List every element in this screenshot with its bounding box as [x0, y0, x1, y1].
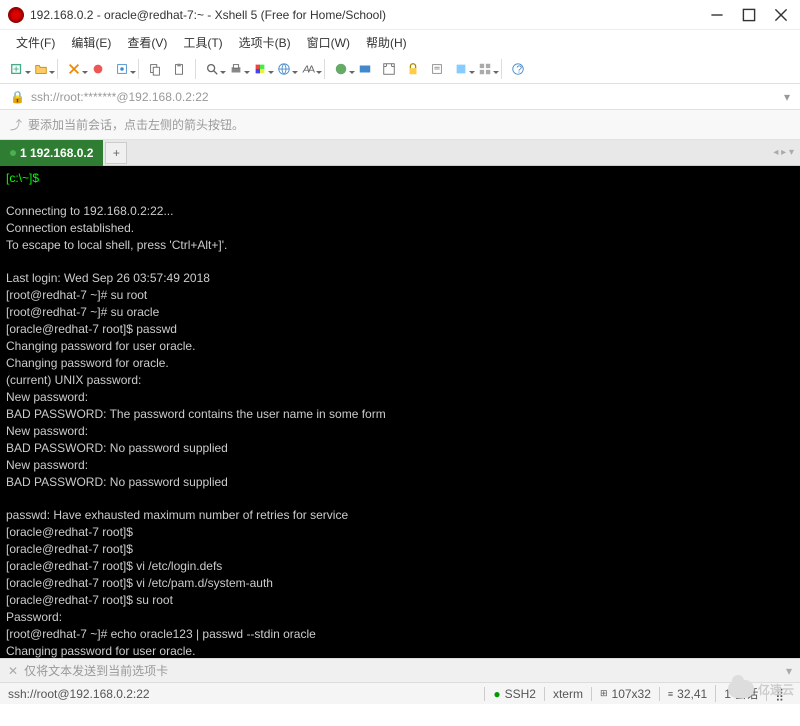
terminal-line: [root@redhat-7 ~]# echo oracle123 | pass…	[6, 627, 316, 641]
terminal-line: BAD PASSWORD: The password contains the …	[6, 407, 386, 421]
color-scheme-button[interactable]	[249, 58, 271, 80]
highlight-button[interactable]	[450, 58, 472, 80]
new-tab-button[interactable]: +	[105, 142, 127, 164]
lock-icon: 🔒	[10, 90, 25, 104]
watermark-text: 亿速云	[758, 681, 794, 698]
script-button[interactable]	[330, 58, 352, 80]
svg-text:?: ?	[516, 63, 522, 75]
terminal-line: Changing password for user oracle.	[6, 644, 195, 658]
terminal-line: Changing password for oracle.	[6, 356, 169, 370]
window-buttons	[710, 8, 792, 22]
lock-button[interactable]	[402, 58, 424, 80]
toolbar-separator	[57, 59, 58, 79]
status-dot-icon	[10, 150, 16, 156]
menu-tabs[interactable]: 选项卡(B)	[233, 32, 297, 53]
font-button[interactable]: AA	[297, 58, 319, 80]
close-icon[interactable]: ✕	[8, 664, 18, 678]
terminal-line: [c:\~]$	[6, 171, 39, 185]
menu-edit[interactable]: 编辑(E)	[65, 32, 117, 53]
chevron-down-icon[interactable]: ▾	[784, 90, 790, 104]
hint-text: 要添加当前会话，点击左侧的箭头按钮。	[28, 116, 244, 133]
close-button[interactable]	[774, 8, 788, 22]
filter-bar: ✕ 仅将文本发送到当前选项卡 ▾	[0, 658, 800, 682]
terminal-line: (current) UNIX password:	[6, 373, 141, 387]
address-bar[interactable]: 🔒 ssh://root:*******@192.168.0.2:22 ▾	[0, 84, 800, 110]
titlebar: 192.168.0.2 - oracle@redhat-7:~ - Xshell…	[0, 0, 800, 30]
tab-bar: 1 192.168.0.2 + ◂ ▸ ▾	[0, 140, 800, 166]
app-icon	[8, 7, 24, 23]
terminal[interactable]: [c:\~]$ Connecting to 192.168.0.2:22... …	[0, 166, 800, 658]
minimize-button[interactable]	[710, 8, 724, 22]
menu-help[interactable]: 帮助(H)	[360, 32, 413, 53]
compose-button[interactable]	[426, 58, 448, 80]
toolbar-separator	[138, 59, 139, 79]
chevron-down-icon[interactable]: ▾	[786, 664, 792, 678]
filter-text: 仅将文本发送到当前选项卡	[24, 662, 168, 679]
terminal-line: Last login: Wed Sep 26 03:57:49 2018	[6, 271, 210, 285]
terminal-line: [oracle@redhat-7 root]$ su root	[6, 593, 173, 607]
disconnect-button[interactable]	[87, 58, 109, 80]
status-term: xterm	[544, 687, 591, 701]
cloud-icon	[728, 680, 754, 698]
xftp-button[interactable]	[354, 58, 376, 80]
terminal-line: BAD PASSWORD: No password supplied	[6, 475, 228, 489]
terminal-line: Connecting to 192.168.0.2:22...	[6, 204, 173, 218]
session-tab[interactable]: 1 192.168.0.2	[0, 140, 103, 166]
menu-tools[interactable]: 工具(T)	[177, 32, 228, 53]
fullscreen-button[interactable]	[378, 58, 400, 80]
maximize-button[interactable]	[742, 8, 756, 22]
address-text: ssh://root:*******@192.168.0.2:22	[31, 90, 209, 104]
terminal-line: [root@redhat-7 ~]# su oracle	[6, 305, 159, 319]
terminal-line: [oracle@redhat-7 root]$ vi /etc/login.de…	[6, 559, 222, 573]
open-button[interactable]	[30, 58, 52, 80]
terminal-line: Changing password for user oracle.	[6, 339, 195, 353]
reconnect-button[interactable]	[63, 58, 85, 80]
terminal-line: New password:	[6, 390, 88, 404]
terminal-line: BAD PASSWORD: No password supplied	[6, 441, 228, 455]
terminal-line: New password:	[6, 424, 88, 438]
find-button[interactable]	[201, 58, 223, 80]
menu-file[interactable]: 文件(F)	[10, 32, 61, 53]
terminal-line: [root@redhat-7 ~]# su root	[6, 288, 147, 302]
menu-view[interactable]: 查看(V)	[121, 32, 173, 53]
terminal-line: Password:	[6, 610, 62, 624]
terminal-line: [oracle@redhat-7 root]$	[6, 542, 133, 556]
status-size: ⊞107x32	[591, 687, 659, 701]
status-pos: ≡32,41	[659, 687, 715, 701]
terminal-line: Connection established.	[6, 221, 134, 235]
properties-button[interactable]	[111, 58, 133, 80]
menu-window[interactable]: 窗口(W)	[301, 32, 356, 53]
arrow-icon[interactable]: ⤴	[10, 116, 22, 133]
toolbar-separator	[501, 59, 502, 79]
terminal-line: [oracle@redhat-7 root]$	[6, 525, 133, 539]
tab-label: 1 192.168.0.2	[20, 146, 93, 160]
encoding-button[interactable]	[273, 58, 295, 80]
watermark: 亿速云	[728, 680, 794, 698]
help-button[interactable]: ?	[507, 58, 529, 80]
toolbar-separator	[324, 59, 325, 79]
hint-bar: ⤴ 要添加当前会话，点击左侧的箭头按钮。	[0, 110, 800, 140]
toolbar: AA ?	[0, 54, 800, 84]
status-proto: ●SSH2	[484, 687, 544, 701]
menubar: 文件(F) 编辑(E) 查看(V) 工具(T) 选项卡(B) 窗口(W) 帮助(…	[0, 30, 800, 54]
terminal-line: [oracle@redhat-7 root]$ vi /etc/pam.d/sy…	[6, 576, 273, 590]
status-bar: ssh://root@192.168.0.2:22 ●SSH2 xterm ⊞1…	[0, 682, 800, 704]
tab-nav[interactable]: ◂ ▸ ▾	[767, 147, 800, 158]
terminal-line: [oracle@redhat-7 root]$ passwd	[6, 322, 177, 336]
terminal-line: New password:	[6, 458, 88, 472]
layout-button[interactable]	[474, 58, 496, 80]
status-connection: ssh://root@192.168.0.2:22	[8, 687, 484, 701]
svg-text:A: A	[308, 63, 315, 75]
toolbar-separator	[195, 59, 196, 79]
new-session-button[interactable]	[6, 58, 28, 80]
terminal-line: To escape to local shell, press 'Ctrl+Al…	[6, 238, 227, 252]
terminal-line: passwd: Have exhausted maximum number of…	[6, 508, 348, 522]
paste-button[interactable]	[168, 58, 190, 80]
window-title: 192.168.0.2 - oracle@redhat-7:~ - Xshell…	[30, 8, 710, 22]
print-button[interactable]	[225, 58, 247, 80]
copy-button[interactable]	[144, 58, 166, 80]
